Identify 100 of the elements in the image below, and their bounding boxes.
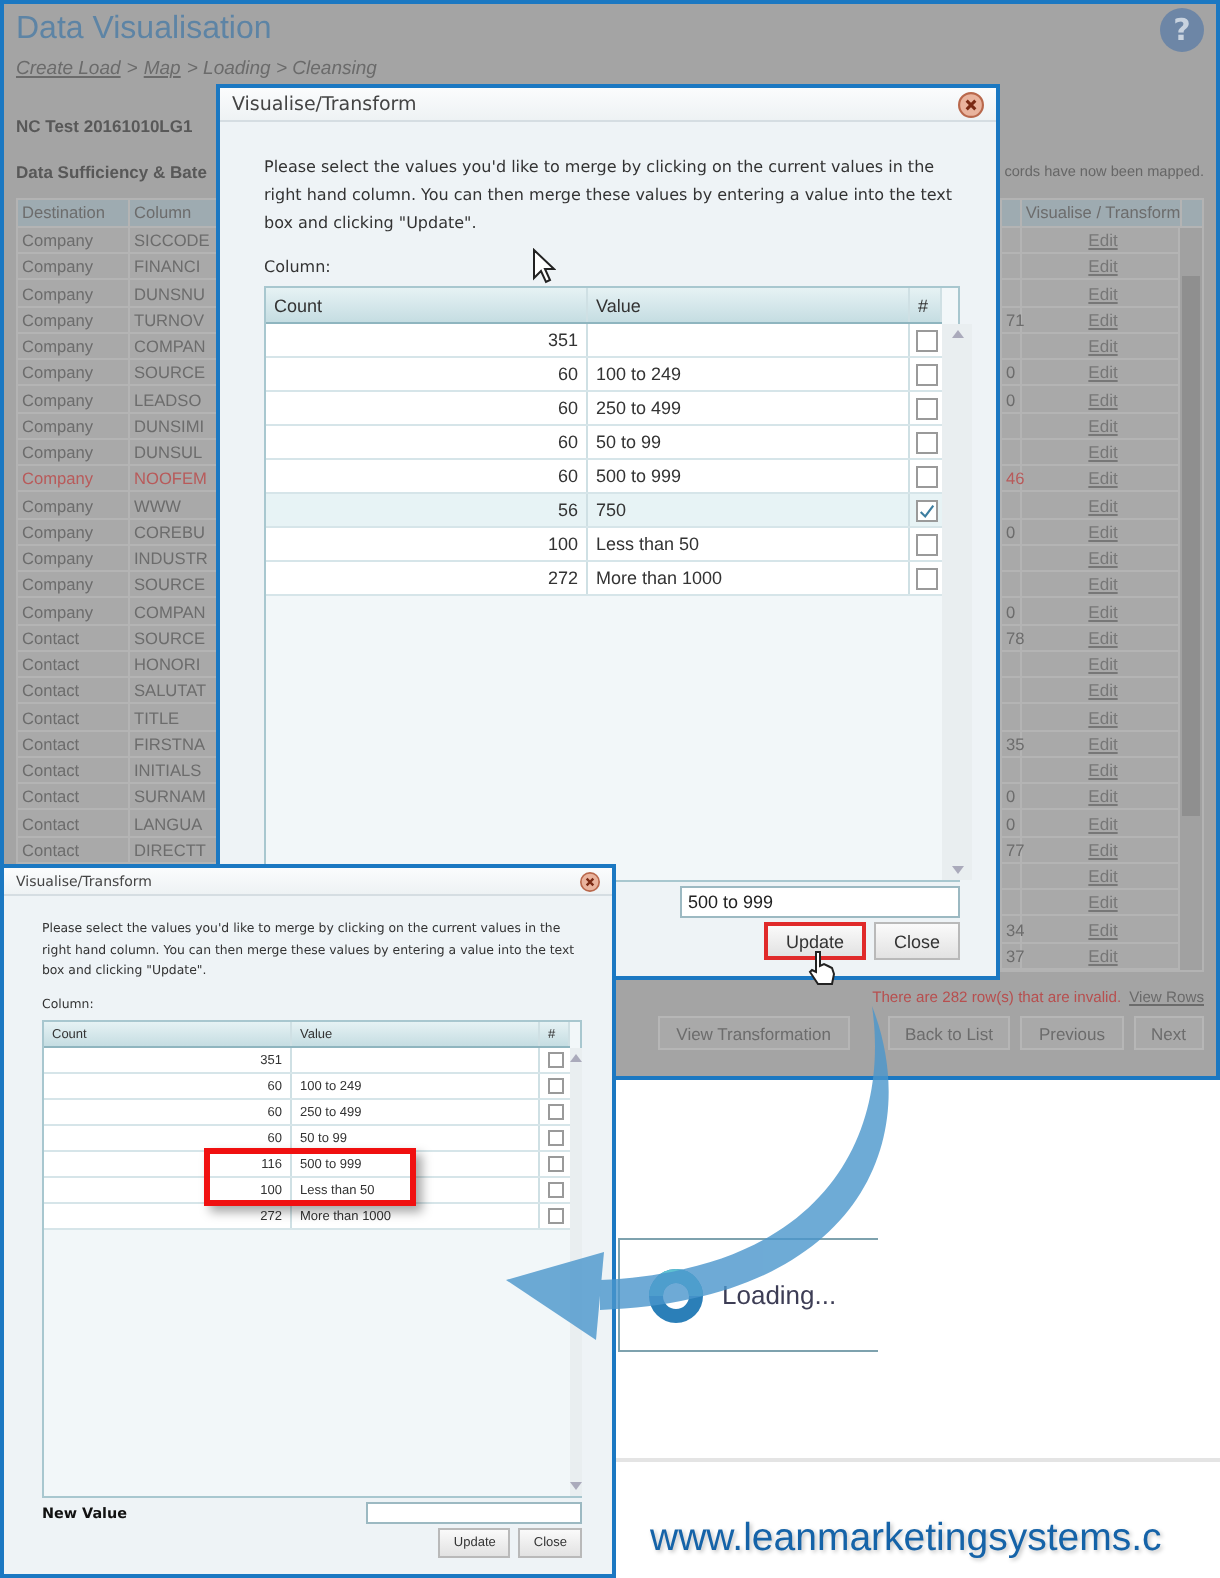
- count-cell: 272: [266, 562, 588, 595]
- table-cell: Company: [18, 333, 130, 359]
- checkbox[interactable]: [547, 1208, 563, 1225]
- table-cell: 0: [1002, 598, 1022, 624]
- table-cell: 0: [1002, 784, 1022, 809]
- table-cell: 0: [1002, 810, 1022, 836]
- table-cell: Company: [18, 545, 130, 571]
- checkbox[interactable]: [915, 363, 937, 386]
- table-cell: Company: [18, 598, 130, 624]
- checkbox[interactable]: [547, 1052, 563, 1069]
- table-row[interactable]: 60 250 to 499: [266, 392, 942, 427]
- table-cell: Company: [18, 466, 130, 491]
- table-row[interactable]: 60 50 to 99: [266, 426, 942, 461]
- table-cell: Contact: [18, 837, 130, 862]
- dialog-title: Visualise/Transform: [232, 93, 417, 115]
- table-cell: Company: [18, 572, 130, 597]
- scrollbar[interactable]: [1178, 228, 1202, 970]
- table-cell: Company: [18, 227, 130, 253]
- close-icon[interactable]: [958, 91, 984, 117]
- column-header: Visualise / Transform: [1022, 200, 1182, 226]
- value-cell: More than 1000: [588, 562, 910, 595]
- table-cell: 0: [1002, 360, 1022, 385]
- table-cell: Company: [18, 386, 130, 412]
- nav-button[interactable]: View Transformation: [658, 1016, 849, 1050]
- checkbox[interactable]: [547, 1078, 563, 1095]
- website-url: www.leanmarketingsystems.c: [650, 1516, 1162, 1562]
- new-value-field[interactable]: 500 to 999: [680, 886, 960, 918]
- checkbox[interactable]: [547, 1156, 563, 1173]
- checkbox[interactable]: [547, 1130, 563, 1147]
- value-cell: 50 to 99: [588, 426, 910, 459]
- check-icon: [917, 501, 935, 520]
- table-cell: Contact: [18, 784, 130, 809]
- table-cell: Contact: [18, 651, 130, 677]
- table-cell: 37: [1002, 943, 1022, 968]
- nav-button[interactable]: Previous: [1020, 1016, 1124, 1050]
- close-button[interactable]: Close: [873, 922, 960, 960]
- table-cell: 34: [1002, 916, 1022, 942]
- count-cell: 60: [266, 426, 588, 459]
- value-cell: 750: [588, 494, 910, 527]
- checkbox[interactable]: [915, 397, 937, 420]
- count-cell: 60: [266, 460, 588, 493]
- table-row[interactable]: 56 750: [266, 494, 942, 529]
- page-title: Data Visualisation: [16, 12, 272, 48]
- section-title: Data Sufficiency & Bate: [16, 161, 207, 181]
- scroll-down-icon[interactable]: [951, 866, 963, 874]
- table-cell: 77: [1002, 837, 1022, 862]
- table-cell: 0: [1002, 386, 1022, 412]
- table-row[interactable]: 60 100 to 249: [266, 358, 942, 393]
- checkbox[interactable]: [547, 1182, 563, 1199]
- table-cell: Company: [18, 492, 130, 518]
- scroll-down-icon[interactable]: [570, 1482, 582, 1490]
- checkbox[interactable]: [915, 465, 937, 488]
- value-cell: Less than 50: [588, 528, 910, 561]
- table-cell: Company: [18, 519, 130, 544]
- table-cell: Contact: [18, 678, 130, 703]
- table-row[interactable]: 351: [266, 324, 942, 359]
- table-row[interactable]: 272 More than 1000: [266, 562, 942, 597]
- table-row[interactable]: 60 500 to 999: [266, 460, 942, 495]
- loading-text: Loading...: [722, 1280, 837, 1310]
- table-cell: Company: [18, 360, 130, 385]
- count-cell: 56: [266, 494, 588, 527]
- checkbox[interactable]: [915, 533, 937, 556]
- table-cell: 35: [1002, 731, 1022, 756]
- close-icon[interactable]: [580, 871, 600, 891]
- new-value-field[interactable]: [366, 1502, 582, 1524]
- column-header: Value: [588, 288, 910, 323]
- breadcrumb-link[interactable]: Map: [143, 58, 181, 80]
- table-cell: 0: [1002, 519, 1022, 544]
- help-icon[interactable]: ?: [1160, 8, 1204, 52]
- breadcrumb-text: >: [126, 58, 138, 80]
- table-cell: Contact: [18, 704, 130, 730]
- table-cell: Contact: [18, 625, 130, 650]
- checkbox[interactable]: [915, 567, 937, 590]
- count-cell: 60: [266, 392, 588, 425]
- scroll-up-icon[interactable]: [951, 330, 963, 339]
- checkbox[interactable]: [915, 431, 937, 454]
- pointer-cursor-icon: [532, 248, 556, 284]
- nav-button[interactable]: Back to List: [887, 1016, 1011, 1050]
- checkbox[interactable]: [547, 1104, 563, 1121]
- table-cell: Company: [18, 413, 130, 438]
- count-cell: 351: [266, 324, 588, 357]
- breadcrumb-text: > Loading > Cleansing: [186, 58, 377, 80]
- count-cell: 60: [266, 358, 588, 391]
- update-button[interactable]: Update: [763, 922, 866, 960]
- scroll-thumb[interactable]: [1182, 276, 1200, 816]
- hand-cursor-icon: [808, 950, 836, 986]
- column-header: Count: [266, 288, 588, 323]
- breadcrumb-link[interactable]: Create Load: [16, 58, 121, 80]
- checkbox[interactable]: [915, 329, 937, 352]
- value-cell: 500 to 999: [588, 460, 910, 493]
- scrollbar[interactable]: [942, 324, 972, 880]
- value-cell: 250 to 499: [588, 392, 910, 425]
- nav-button[interactable]: Next: [1133, 1016, 1204, 1050]
- table-cell: 78: [1002, 625, 1022, 650]
- table-row[interactable]: 100 Less than 50: [266, 528, 942, 563]
- checkbox[interactable]: [915, 499, 937, 522]
- table-cell: Company: [18, 254, 130, 279]
- scroll-up-icon[interactable]: [570, 1054, 582, 1063]
- table-cell: Contact: [18, 810, 130, 836]
- column-label: Column:: [264, 257, 331, 276]
